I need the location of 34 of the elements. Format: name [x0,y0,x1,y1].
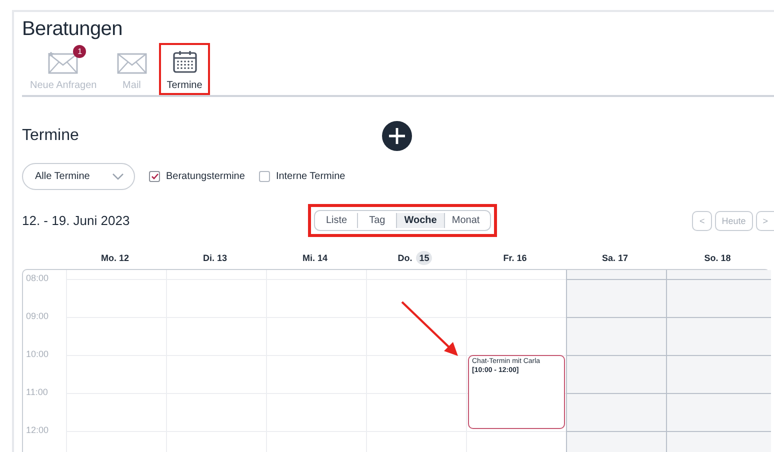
day-header: Fr. 16 [503,253,527,263]
annotation-arrow [400,300,460,358]
day-header: Do. [398,253,412,263]
checkbox[interactable] [149,171,160,182]
mail-icon [116,52,147,74]
notification-badge: 1 [73,45,86,58]
page-title: Beratungen [22,18,124,41]
day-header: Mo. 12 [100,253,129,263]
tab[interactable]: Termine [158,43,210,95]
view-tab[interactable]: Woche [396,213,444,228]
view-tab[interactable]: Monat [444,213,487,228]
checkbox-label: Interne Termine [276,171,346,182]
section-title: Termine [22,127,80,145]
day-date: 15 [416,251,432,265]
day-header: Sa. 17 [602,253,628,263]
filter-dropdown[interactable]: Alle Termine [22,163,135,190]
time-label: 10:00 [26,349,49,359]
calendar-icon [172,50,198,74]
checkbox[interactable] [258,171,270,182]
time-label: 11:00 [26,387,48,397]
tab[interactable]: 1 Neue Anfragen [22,43,105,95]
view-tab[interactable]: Liste [318,213,358,228]
time-label: 09:00 [26,311,49,321]
chevron-down-icon [112,173,124,180]
plus-icon [382,121,412,151]
time-label: 08:00 [26,273,49,283]
add-button[interactable] [382,121,412,151]
new-mail-icon [48,52,78,74]
day-header: Di. 13 [202,253,227,263]
checkbox-label: Beratungstermine [166,171,245,182]
day-header: Mi. 14 [302,253,328,263]
time-label: 12:00 [26,425,49,435]
day-header: So. 18 [704,253,731,263]
date-range: 12. - 19. Juni 2023 [22,213,131,228]
